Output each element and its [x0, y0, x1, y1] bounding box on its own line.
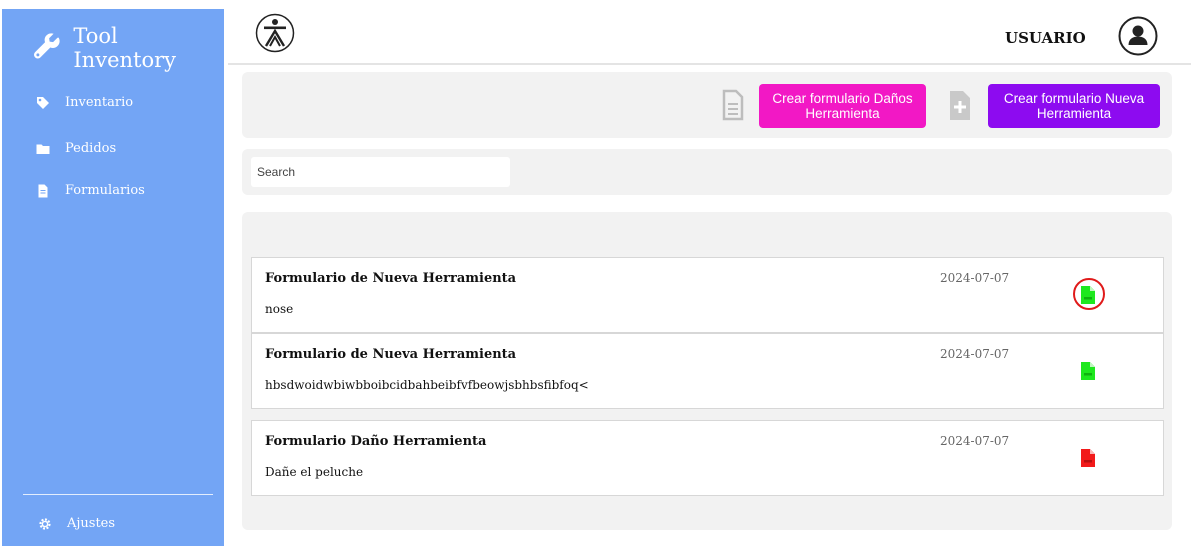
form-date: 2024-07-07 [940, 271, 1010, 285]
document-icon [722, 89, 744, 121]
form-description: nose [265, 302, 294, 316]
form-date: 2024-07-07 [940, 347, 1010, 361]
sidebar-item-inventario[interactable]: Inventario [36, 95, 133, 110]
sidebar-item-label: Ajustes [67, 516, 116, 531]
wrench-icon [34, 33, 60, 59]
sidebar-item-label: Inventario [65, 95, 134, 110]
form-date: 2024-07-07 [940, 434, 1010, 448]
pdf-icon[interactable] [1081, 362, 1095, 380]
file-plus-icon [950, 91, 970, 120]
user-label: USUARIO [1005, 29, 1086, 47]
form-title: Formulario de Nueva Herramienta [265, 347, 517, 362]
list-item[interactable]: Formulario de Nueva Herramienta hbsdwoid… [251, 333, 1164, 409]
search-bar [242, 149, 1172, 195]
form-title: Formulario Daño Herramienta [265, 434, 487, 449]
brand[interactable]: Tool Inventory [32, 24, 224, 72]
sidebar-item-ajustes[interactable]: Ajustes [38, 516, 115, 531]
list-item[interactable]: Formulario Daño Herramienta Dañe el pelu… [251, 420, 1164, 496]
file-icon [38, 184, 48, 197]
list-item[interactable]: Formulario de Nueva Herramienta nose 202… [251, 257, 1164, 333]
search-input[interactable] [251, 157, 510, 187]
sidebar-item-label: Formularios [65, 183, 145, 198]
sidebar-item-pedidos[interactable]: Pedidos [36, 141, 116, 156]
sidebar: Tool Inventory Inventario Pedidos Formul… [2, 9, 224, 546]
pdf-icon[interactable] [1081, 449, 1095, 467]
sena-logo-icon[interactable] [255, 13, 295, 53]
folder-icon [36, 144, 50, 154]
actions-bar: Crear formulario Daños Herramienta Crear… [242, 72, 1172, 138]
sidebar-item-formularios[interactable]: Formularios [36, 183, 145, 198]
sidebar-divider [23, 494, 213, 495]
brand-title: Tool Inventory [73, 24, 177, 72]
highlight-circle [1073, 278, 1105, 310]
form-description: Dañe el peluche [265, 465, 364, 479]
create-new-tool-form-button[interactable]: Crear formulario Nueva Herramienta [988, 84, 1160, 128]
gear-icon [39, 517, 51, 530]
sidebar-item-label: Pedidos [65, 141, 117, 156]
form-title: Formulario de Nueva Herramienta [265, 271, 517, 286]
user-avatar-icon[interactable] [1118, 16, 1158, 56]
create-damage-form-button[interactable]: Crear formulario Daños Herramienta [759, 84, 926, 128]
forms-list: Formulario de Nueva Herramienta nose 202… [242, 212, 1172, 530]
form-description: hbsdwoidwbiwbboibcidbahbeibfvfbeowjsbhbs… [265, 378, 589, 392]
tag-icon [37, 96, 49, 109]
topbar: USUARIO [228, 9, 1191, 65]
